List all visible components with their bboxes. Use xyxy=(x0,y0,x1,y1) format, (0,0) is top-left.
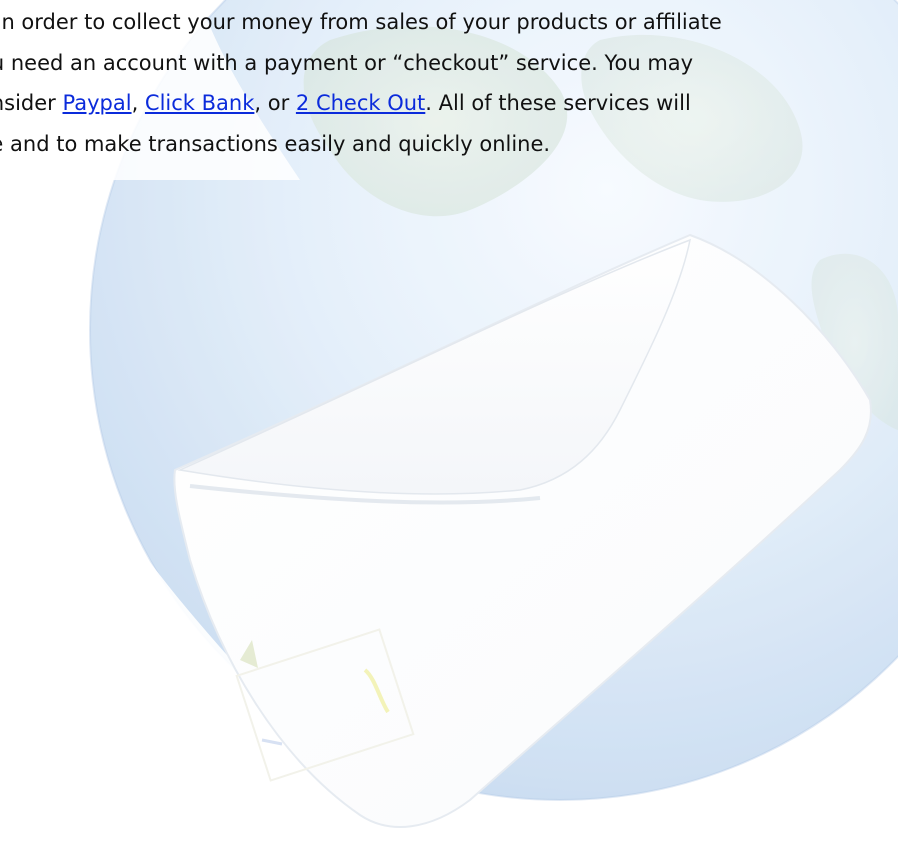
text-fragment: . All of these services will xyxy=(425,91,691,115)
checkout-services-paragraph: s in order to collect your money from sa… xyxy=(0,0,898,164)
paragraph-line: s in order to collect your money from sa… xyxy=(0,10,722,34)
2checkout-link[interactable]: 2 Check Out xyxy=(296,91,425,115)
paypal-link[interactable]: Paypal xyxy=(63,91,132,115)
document-page: s in order to collect your money from sa… xyxy=(0,0,898,867)
text-fragment: , xyxy=(131,91,145,115)
paragraph-line: ve and to make transactions easily and q… xyxy=(0,131,551,156)
click-bank-link[interactable]: Click Bank xyxy=(145,91,254,115)
paragraph-line-with-links: onsider Paypal, Click Bank, or 2 Check O… xyxy=(0,84,898,124)
paragraph-line: ou need an account with a payment or “ch… xyxy=(0,50,694,75)
text-fragment: , or xyxy=(254,91,296,115)
text-fragment: onsider xyxy=(0,91,56,115)
